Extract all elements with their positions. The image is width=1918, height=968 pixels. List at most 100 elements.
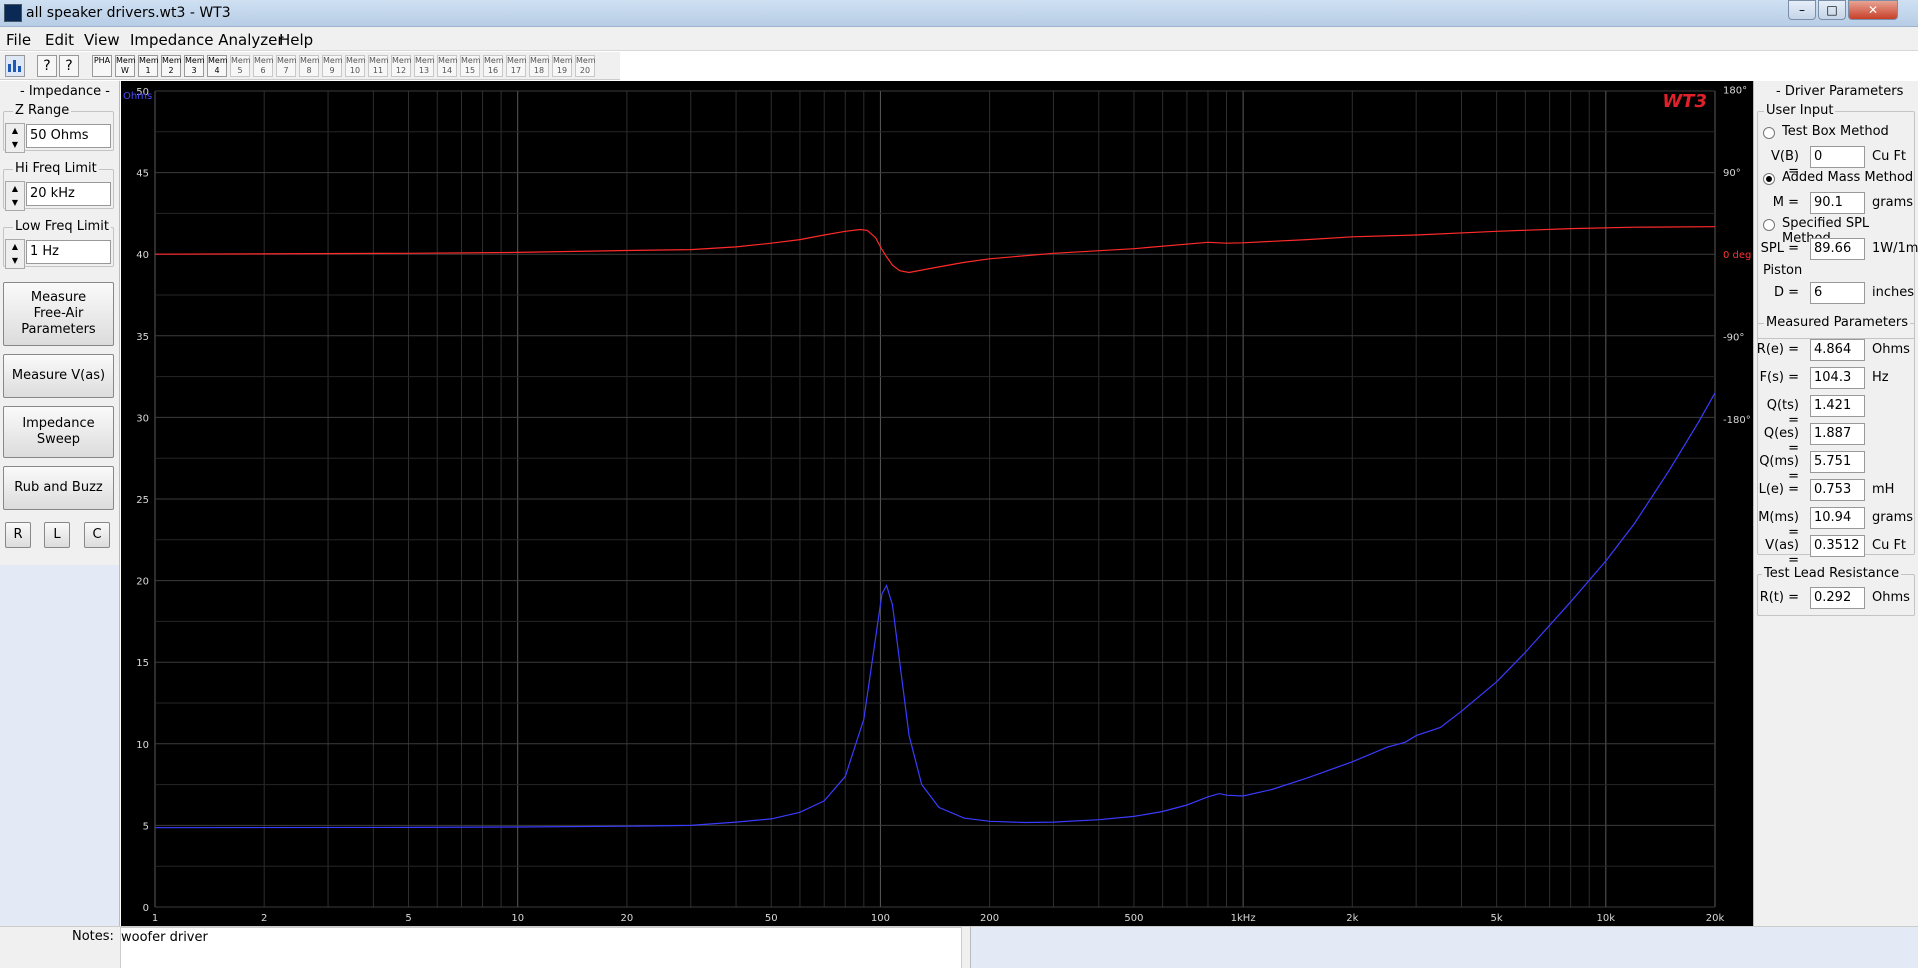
user-input-title: User Input xyxy=(1764,103,1836,118)
toolbar-mem-7-button[interactable]: Mem 7 xyxy=(276,55,297,77)
y-tick-label: 10 xyxy=(136,740,149,751)
notes-label: Notes: xyxy=(72,929,114,944)
menu-view[interactable]: View xyxy=(84,31,120,49)
x-tick-label: 20 xyxy=(621,913,634,924)
toolbar-mem-8-button[interactable]: Mem 8 xyxy=(299,55,320,77)
toolbar-mem-17-button[interactable]: Mem 17 xyxy=(506,55,527,77)
maximize-button[interactable]: □ xyxy=(1818,0,1846,20)
toolbar-mem-16-button[interactable]: Mem 16 xyxy=(483,55,504,77)
menu-help[interactable]: Help xyxy=(279,31,313,49)
spl-field[interactable]: 89.66 xyxy=(1810,238,1865,260)
measured-title: Measured Parameters xyxy=(1764,315,1911,330)
z-range-label: Z Range xyxy=(13,103,72,118)
measure-free-air-button[interactable]: Measure Free-Air Parameters xyxy=(3,282,114,346)
l-button[interactable]: L xyxy=(44,522,70,548)
toolbar-mem-2-button[interactable]: Mem 2 xyxy=(161,55,182,77)
toolbar-mem-12-button[interactable]: Mem 12 xyxy=(391,55,412,77)
help-icon[interactable]: ? xyxy=(37,55,57,77)
toolbar-mem-20-button[interactable]: Mem 20 xyxy=(575,55,596,77)
x-tick-label: 1 xyxy=(152,913,158,924)
measured-1-unit: Hz xyxy=(1872,370,1889,385)
x-tick-label: 100 xyxy=(871,913,890,924)
window-title: all speaker drivers.wt3 - WT3 xyxy=(26,5,231,21)
impedance-chart[interactable]: 0 5 10 15 20 25 30 35 40 45 50 1 2 5 10 20 50 100 200 500 1k… xyxy=(121,81,1753,926)
vb-field[interactable]: 0 xyxy=(1810,146,1865,168)
toolbar-mem-18-button[interactable]: Mem 18 xyxy=(529,55,550,77)
r-button[interactable]: R xyxy=(5,522,31,548)
toolbar-mem-3-button[interactable]: Mem 3 xyxy=(184,55,205,77)
added-mass-radio[interactable] xyxy=(1763,173,1775,185)
specified-spl-radio[interactable] xyxy=(1763,219,1775,231)
phase-unit-label: 0 deg xyxy=(1723,250,1751,261)
x-tick-label: 2 xyxy=(261,913,267,924)
measured-5-label: L(e) = xyxy=(1758,482,1799,497)
measured-5-field[interactable]: 0.753 xyxy=(1810,479,1865,501)
d-unit: inches xyxy=(1872,285,1915,300)
low-freq-field[interactable]: 1 Hz xyxy=(26,240,111,264)
toolbar-mem-5-button[interactable]: Mem 5 xyxy=(230,55,251,77)
m-unit: grams xyxy=(1872,195,1913,210)
measured-2-field[interactable]: 1.421 xyxy=(1810,395,1865,417)
menu-impedance-analyzer[interactable]: Impedance Analyzer xyxy=(130,31,284,49)
measured-6-unit: grams xyxy=(1872,510,1913,525)
menu-file[interactable]: File xyxy=(6,31,31,49)
toolbar-mem-4-button[interactable]: Mem 4 xyxy=(207,55,228,77)
toolbar-mem-14-button[interactable]: Mem 14 xyxy=(437,55,458,77)
toolbar-mem-w-button[interactable]: Mem W xyxy=(115,55,136,77)
measure-vas-button[interactable]: Measure V(as) xyxy=(3,354,114,398)
phase-curve xyxy=(154,226,1716,274)
toolbar-mem-15-button[interactable]: Mem 15 xyxy=(460,55,481,77)
test-box-label: Test Box Method xyxy=(1782,124,1889,139)
measured-3-field[interactable]: 1.887 xyxy=(1810,423,1865,445)
impedance-unit-label: Ohms xyxy=(123,91,152,102)
z-range-field[interactable]: 50 Ohms xyxy=(26,124,111,148)
toolbar: ? ? PHA Mem W Mem 1 Mem 2 Mem 3 Mem 4 Mem 5 Mem… xyxy=(0,52,620,80)
rub-and-buzz-button[interactable]: Rub and Buzz xyxy=(3,466,114,510)
z-range-spinner[interactable]: ▲ ▼ xyxy=(5,123,25,153)
measured-6-field[interactable]: 10.94 xyxy=(1810,507,1865,529)
menu-edit[interactable]: Edit xyxy=(45,31,74,49)
y-tick-label: 40 xyxy=(136,250,149,261)
measured-0-field[interactable]: 4.864 xyxy=(1810,339,1865,361)
app-icon xyxy=(4,4,22,22)
toolbar-mem-1-button[interactable]: Mem 1 xyxy=(138,55,159,77)
measured-4-field[interactable]: 5.751 xyxy=(1810,451,1865,473)
test-box-radio[interactable] xyxy=(1763,127,1775,139)
toolbar-mem-9-button[interactable]: Mem 9 xyxy=(322,55,343,77)
rt-field[interactable]: 0.292 xyxy=(1810,587,1865,609)
toolbar-mem-19-button[interactable]: Mem 19 xyxy=(552,55,573,77)
spl-unit: 1W/1m xyxy=(1872,241,1918,256)
notes-field[interactable]: woofer driver xyxy=(120,927,962,968)
measured-2-label: Q(ts) = xyxy=(1766,398,1799,428)
m-field[interactable]: 90.1 xyxy=(1810,192,1865,214)
x-tick-label: 50 xyxy=(765,913,778,924)
measured-7-field[interactable]: 0.3512 xyxy=(1810,535,1865,557)
rt-unit: Ohms xyxy=(1872,590,1910,605)
x-tick-label: 2k xyxy=(1346,913,1358,924)
c-button[interactable]: C xyxy=(84,522,110,548)
phase-tick-label: 180° xyxy=(1723,86,1747,97)
graph-icon[interactable] xyxy=(5,55,25,77)
m-label: M = xyxy=(1772,195,1799,210)
toolbar-mem-13-button[interactable]: Mem 13 xyxy=(414,55,435,77)
toolbar-mem-10-button[interactable]: Mem 10 xyxy=(345,55,366,77)
minimize-button[interactable]: – xyxy=(1788,0,1816,20)
hi-freq-field[interactable]: 20 kHz xyxy=(26,182,111,206)
spl-label: SPL = xyxy=(1760,241,1799,256)
low-freq-spinner[interactable]: ▲ ▼ xyxy=(5,239,25,269)
d-field[interactable]: 6 xyxy=(1810,282,1865,304)
toolbar-mem-11-button[interactable]: Mem 11 xyxy=(368,55,389,77)
close-button[interactable]: ✕ xyxy=(1848,0,1898,20)
measured-0-unit: Ohms xyxy=(1872,342,1910,357)
piston-label: Piston xyxy=(1763,263,1803,278)
impedance-sweep-button[interactable]: Impedance Sweep xyxy=(3,406,114,458)
d-label: D = xyxy=(1773,285,1799,300)
y-tick-label: 5 xyxy=(143,821,149,832)
context-help-icon[interactable]: ? xyxy=(59,55,79,77)
impedance-panel: - Impedance - Z Range ▲ ▼ 50 Ohms Hi Freq… xyxy=(0,81,120,926)
toolbar-mem-6-button[interactable]: Mem 6 xyxy=(253,55,274,77)
y-tick-label: 20 xyxy=(136,577,149,588)
hi-freq-spinner[interactable]: ▲ ▼ xyxy=(5,181,25,211)
measured-1-field[interactable]: 104.3 xyxy=(1810,367,1865,389)
toolbar-pha-button[interactable]: PHA xyxy=(92,55,112,77)
